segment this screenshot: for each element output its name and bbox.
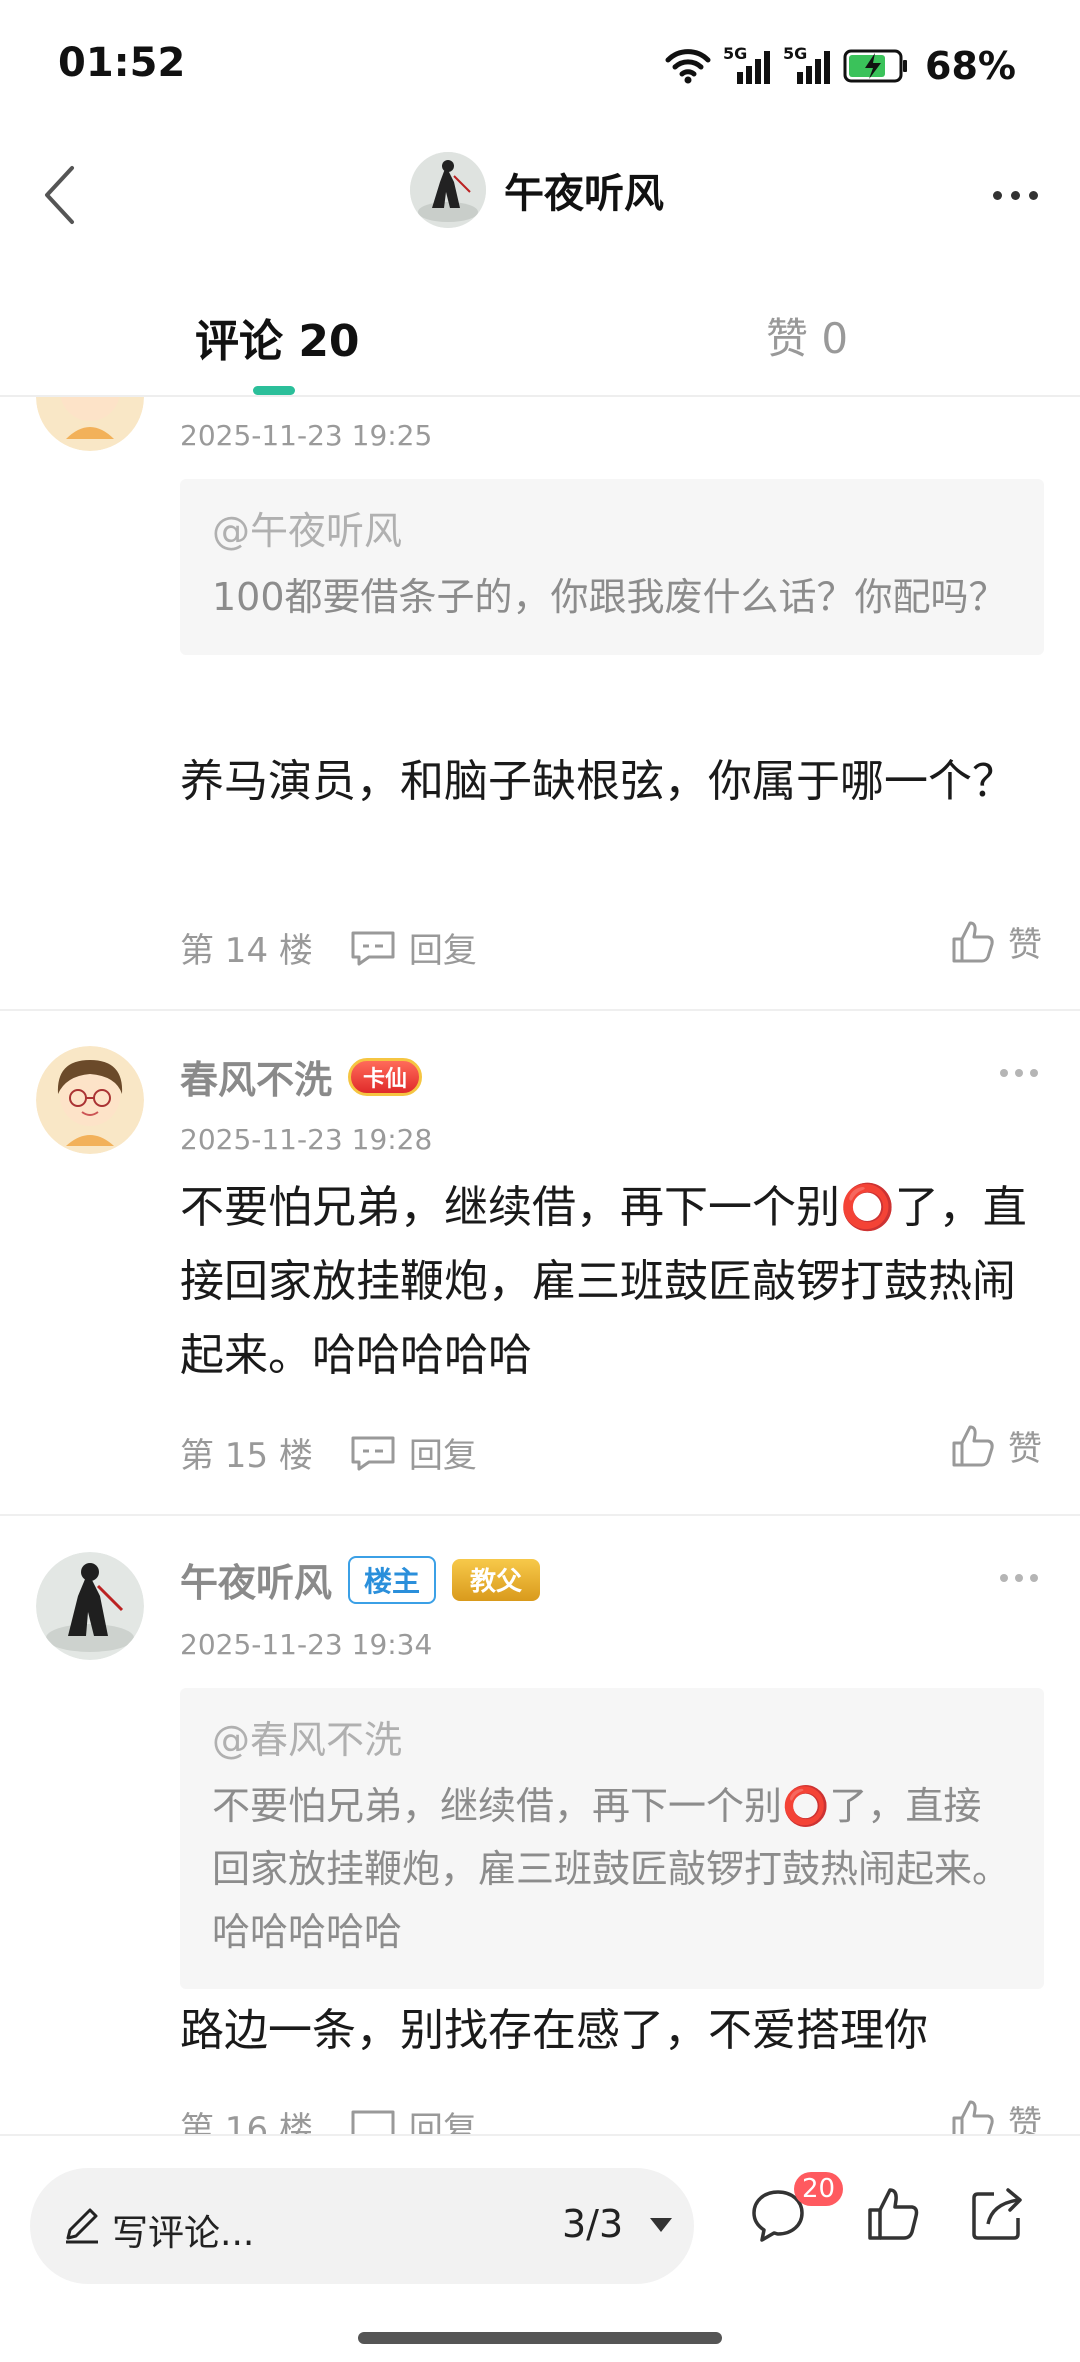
like-button[interactable]: 赞 [950,1421,1042,1470]
quoted-comment[interactable]: @午夜听风 100都要借条子的，你跟我废什么话？你配吗？ [180,479,1044,655]
quoted-text: 不要怕兄弟，继续借，再下一个别⭕了，直接回家放挂鞭炮，雇三班鼓匠敲锣打鼓热闹起来… [212,1784,1011,1954]
quoted-user[interactable]: @午夜听风 [212,505,1012,558]
reply-label: 回复 [408,931,477,971]
comment-time: 2025-11-23 19:28 [180,1123,433,1156]
comment-count-badge: 20 [794,2172,844,2206]
back-button[interactable] [24,157,94,233]
pencil-icon [66,2208,98,2244]
user-level-badge: 卡仙 [348,1057,423,1096]
comment-time: 2025-11-23 19:34 [180,1628,433,1661]
quoted-comment[interactable]: @春风不洗 不要怕兄弟，继续借，再下一个别⭕了，直接回家放挂鞭炮，雇三班鼓匠敲锣… [180,1688,1044,1990]
comment-author-row: 春风不洗 卡仙 [180,1049,423,1104]
user-level-badge: 教父 [452,1558,541,1601]
floor-number: 第 15 楼 [180,1436,313,1476]
thumbs-up-icon [952,921,994,962]
like-button[interactable]: 赞 [950,2096,1042,2134]
comment-meta: 第 15 楼 回复 [180,1428,477,1477]
comment-more-button[interactable] [1000,1069,1038,1077]
owner-badge: 楼主 [348,1555,437,1604]
comment-item: 2025-11-23 19:25 @午夜听风 100都要借条子的，你跟我废什么话… [0,397,1080,1009]
battery-percent: 68% [925,44,1016,88]
status-icons: 5G 5G 68% [665,44,1016,88]
floor-number: 第 16 楼 [180,2110,313,2134]
quoted-text: 100都要借条子的，你跟我废什么话？你配吗？ [212,575,1007,620]
bottom-action-bar: 写评论... 3/3 20 [0,2134,1080,2362]
status-time: 01:52 [58,40,186,86]
reply-icon [351,2110,395,2134]
comment-item: 午夜听风 楼主 教父 2025-11-23 19:34 @春风不洗 不要怕兄弟，… [0,1516,1080,2134]
comment-time: 2025-11-23 19:25 [180,419,433,452]
avatar[interactable] [410,152,486,228]
quoted-user[interactable]: @春风不洗 [212,1714,1012,1767]
signal-5g-icon: 5G [723,44,771,86]
home-indicator[interactable] [358,2332,722,2344]
comment-text: 不要怕兄弟，继续借，再下一个别⭕了，直接回家放挂鞭炮，雇三班鼓匠敲锣打鼓热闹起来… [180,1182,1027,1381]
signal-5g-icon: 5G [783,44,831,86]
caret-down-icon[interactable] [648,2216,674,2234]
more-horizontal-icon [1000,1574,1008,1582]
like-button[interactable]: 赞 [950,917,1042,966]
page-indicator[interactable]: 3/3 [562,2202,623,2246]
reply-button[interactable]: 回复 [349,2102,477,2134]
reply-icon [351,1436,395,1470]
comment-meta: 第 14 楼 回复 [180,923,477,972]
chevron-left-icon [45,166,74,224]
tab-likes[interactable]: 赞 0 [766,305,848,366]
comment-text: 养马演员，和脑子缺根弦，你属于哪一个？ [180,756,1016,807]
thumbs-up-icon [952,2100,994,2134]
reply-label: 回复 [408,1436,477,1476]
page-title: 午夜听风 [504,171,664,217]
comment-author[interactable]: 午夜听风 [180,1552,332,1607]
reply-icon [351,931,395,965]
avatar[interactable] [36,1046,144,1154]
active-tab-indicator [253,386,295,395]
share-icon[interactable] [968,2186,1028,2244]
more-horizontal-icon [992,190,1002,200]
comment-input-placeholder: 写评论... [112,2213,255,2254]
more-button[interactable] [980,173,1050,217]
comment-meta: 第 16 楼 回复 [180,2102,477,2134]
thread-author[interactable]: 午夜听风 [410,152,664,228]
tab-bar: 评论 20 赞 0 [0,275,1080,397]
comment-list[interactable]: 2025-11-23 19:25 @午夜听风 100都要借条子的，你跟我废什么话… [0,397,1080,2134]
like-label: 赞 [1008,925,1042,965]
battery-charging-icon [843,49,908,83]
avatar[interactable] [36,397,144,451]
comment-item: 春风不洗 卡仙 2025-11-23 19:28 不要怕兄弟，继续借，再下一个别… [0,1011,1080,1515]
comment-author[interactable]: 春风不洗 [180,1049,332,1104]
comment-more-button[interactable] [1000,1574,1038,1582]
reply-button[interactable]: 回复 [349,923,477,972]
comment-input[interactable]: 写评论... 3/3 [30,2168,694,2284]
floor-number: 第 14 楼 [180,931,313,971]
tab-comments[interactable]: 评论 20 [195,305,360,369]
comment-author-row: 午夜听风 楼主 教父 [180,1552,541,1607]
comment-text: 路边一条，别找存在感了，不爱搭理你 [180,2005,928,2056]
status-bar: 01:52 5G 5G 68% [0,0,1080,135]
more-horizontal-icon [1000,1069,1008,1077]
top-nav-bar: 午夜听风 [0,135,1080,255]
avatar[interactable] [36,1552,144,1660]
reply-button[interactable]: 回复 [349,1428,477,1477]
like-label: 赞 [1008,2104,1042,2134]
wifi-icon [665,49,711,84]
thumbs-up-icon [952,1425,994,1466]
thumbs-up-icon[interactable] [866,2186,920,2242]
reply-label: 回复 [408,2110,477,2134]
like-label: 赞 [1008,1429,1042,1469]
